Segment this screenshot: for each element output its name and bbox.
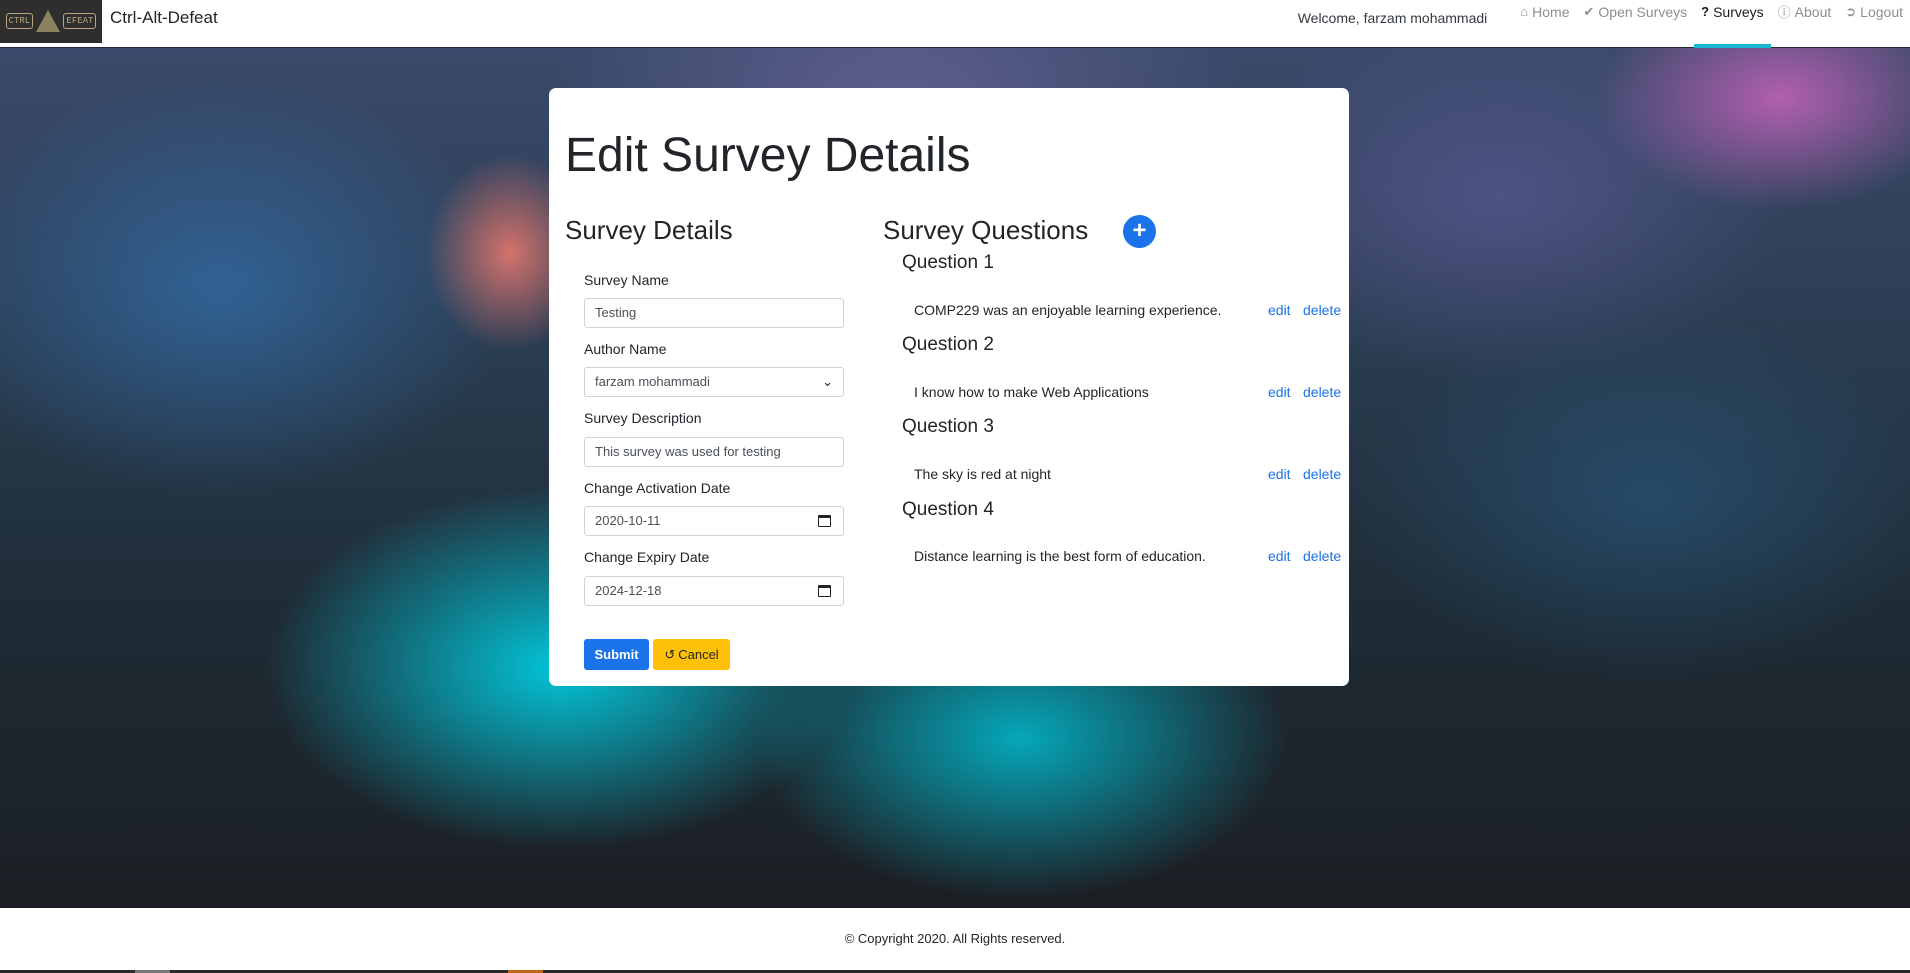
logo[interactable]: CTRL EFEAT	[0, 0, 102, 43]
copyright-text: © Copyright 2020. All Rights reserved.	[844, 931, 1066, 946]
activation-date-label: Change Activation Date	[584, 480, 731, 496]
chevron-down-icon: ⌄	[822, 374, 833, 389]
question-text: The sky is red at night	[914, 466, 1051, 482]
delete-question-link[interactable]: delete	[1303, 384, 1341, 400]
nav-open-surveys-label: Open Surveys	[1598, 3, 1688, 20]
author-name-label: Author Name	[584, 341, 667, 357]
survey-description-label: Survey Description	[584, 410, 702, 426]
question-title: Question 4	[902, 499, 994, 520]
info-circle-icon: ⓘ	[1777, 5, 1791, 20]
question-text: COMP229 was an enjoyable learning experi…	[914, 302, 1222, 318]
question-icon: ?	[1701, 4, 1710, 19]
expiry-date-value: 2024-12-18	[595, 583, 662, 598]
logo-mark-right: EFEAT	[63, 13, 97, 29]
navbar: CTRL EFEAT Ctrl-Alt-Defeat Welcome, farz…	[0, 0, 1910, 48]
submit-button[interactable]: Submit	[584, 639, 649, 670]
calendar-icon[interactable]	[818, 585, 831, 597]
question-text: Distance learning is the best form of ed…	[914, 548, 1206, 564]
cancel-button-label: Cancel	[678, 647, 719, 662]
home-icon: ⌂	[1520, 4, 1529, 19]
undo-icon: ↺	[664, 647, 676, 662]
nav-menu: Welcome, farzam mohammadi ⌂ Home ✔ Open …	[1298, 0, 1910, 48]
nav-surveys[interactable]: ? Surveys	[1694, 0, 1771, 48]
nav-logout[interactable]: ➲ Logout	[1838, 0, 1910, 36]
survey-name-input[interactable]: Testing	[584, 298, 844, 328]
survey-questions-heading: Survey Questions	[883, 215, 1089, 245]
nav-about[interactable]: ⓘ About	[1771, 0, 1839, 36]
nav-surveys-label: Surveys	[1713, 3, 1764, 20]
survey-details-heading: Survey Details	[565, 215, 733, 245]
delete-question-link[interactable]: delete	[1303, 466, 1341, 482]
question-title: Question 3	[902, 416, 994, 437]
delete-question-link[interactable]: delete	[1303, 302, 1341, 318]
edit-question-link[interactable]: edit	[1268, 466, 1291, 482]
logout-icon: ➲	[1845, 3, 1857, 19]
survey-description-input[interactable]: This survey was used for testing	[584, 437, 844, 467]
brand-name[interactable]: Ctrl-Alt-Defeat	[110, 8, 218, 28]
activation-date-input[interactable]: 2020-10-11	[584, 506, 844, 536]
edit-question-link[interactable]: edit	[1268, 548, 1291, 564]
welcome-text: Welcome, farzam mohammadi	[1297, 9, 1488, 26]
page-title: Edit Survey Details	[565, 129, 971, 182]
question-text: I know how to make Web Applications	[914, 384, 1149, 400]
expiry-date-input[interactable]: 2024-12-18	[584, 576, 844, 606]
check-double-icon: ✔	[1583, 3, 1595, 19]
nav-home[interactable]: ⌂ Home	[1513, 0, 1576, 36]
survey-name-label: Survey Name	[584, 272, 669, 288]
logo-mark-left: CTRL	[5, 13, 34, 29]
activation-date-value: 2020-10-11	[595, 513, 661, 528]
question-title: Question 2	[902, 334, 994, 355]
add-question-button[interactable]: +	[1123, 215, 1156, 248]
author-name-value: farzam mohammadi	[595, 374, 710, 389]
delete-question-link[interactable]: delete	[1303, 548, 1341, 564]
edit-question-link[interactable]: edit	[1268, 384, 1291, 400]
cancel-button[interactable]: ↺ Cancel	[653, 639, 730, 670]
nav-about-label: About	[1794, 3, 1832, 20]
edit-survey-card: Edit Survey Details Survey Details Surve…	[549, 88, 1349, 686]
expiry-date-label: Change Expiry Date	[584, 549, 710, 565]
calendar-icon[interactable]	[818, 515, 831, 527]
footer: © Copyright 2020. All Rights reserved.	[0, 908, 1910, 970]
author-name-select[interactable]: farzam mohammadi ⌄	[584, 367, 844, 397]
nav-open-surveys[interactable]: ✔ Open Surveys	[1577, 0, 1695, 36]
nav-home-label: Home	[1532, 3, 1570, 20]
edit-question-link[interactable]: edit	[1268, 302, 1291, 318]
question-title: Question 1	[902, 252, 994, 273]
nav-logout-label: Logout	[1860, 3, 1903, 20]
logo-triangle	[36, 10, 61, 32]
